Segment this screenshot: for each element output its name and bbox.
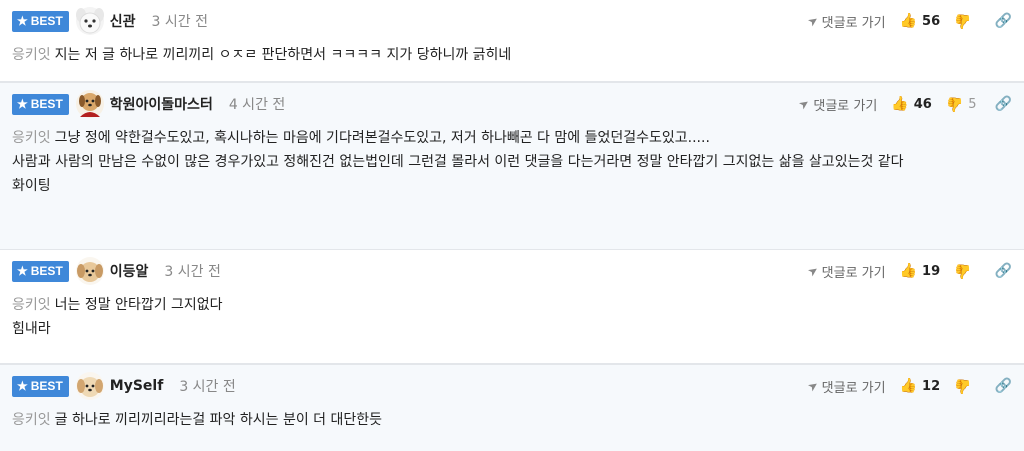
comment-body: 응키잇 글 하나로 끼리끼리라는걸 파악 하시는 분이 더 대단한듯 bbox=[12, 401, 1012, 442]
author-nickname[interactable]: 이등알 bbox=[110, 261, 149, 281]
author-nickname[interactable]: 신관 bbox=[110, 11, 136, 31]
thumbs-down-icon: 👍 bbox=[954, 263, 972, 279]
go-to-reply-link[interactable]: ➤ 댓글로 가기 bbox=[804, 262, 885, 280]
comment-actions: ➤ 댓글로 가기 👍 19 👍 🔗 bbox=[804, 262, 1012, 280]
link-icon[interactable]: 🔗 bbox=[995, 13, 1012, 29]
like-button[interactable]: 👍 19 bbox=[900, 263, 941, 279]
thumbs-up-icon: 👍 bbox=[891, 96, 909, 112]
dislike-count: 5 bbox=[968, 96, 977, 112]
arrow-icon: ➤ bbox=[804, 377, 821, 395]
arrow-icon: ➤ bbox=[804, 262, 821, 280]
avatar[interactable] bbox=[75, 371, 105, 401]
comment-line: 사람과 사람의 만남은 수없이 많은 경우가있고 정해진건 없는법인데 그런걸 … bbox=[12, 154, 904, 170]
comment-actions: ➤ 댓글로 가기 👍 56 👍 🔗 bbox=[804, 12, 1012, 30]
like-count: 46 bbox=[913, 96, 932, 112]
comment-line: 너는 정말 안타깝기 그지없다 bbox=[54, 297, 223, 313]
thumbs-up-icon: 👍 bbox=[899, 263, 918, 279]
avatar[interactable] bbox=[75, 256, 105, 286]
avatar[interactable] bbox=[75, 6, 105, 36]
comment-line: 힘내라 bbox=[12, 321, 51, 337]
comment-item: ★ BEST 신관 3 시간 전 ➤ 댓글로 가기 👍 56 👍 🔗 응키잇 지는 저 … bbox=[0, 0, 1024, 82]
thumbs-down-icon: 👍 bbox=[954, 378, 972, 394]
timestamp: 3 시간 전 bbox=[151, 14, 208, 30]
link-icon[interactable]: 🔗 bbox=[995, 96, 1012, 112]
comment-header: ★ BEST 신관 3 시간 전 ➤ 댓글로 가기 👍 56 👍 🔗 bbox=[12, 6, 1012, 36]
comment-list: ★ BEST 신관 3 시간 전 ➤ 댓글로 가기 👍 56 👍 🔗 응키잇 지는 저 … bbox=[0, 0, 1024, 451]
comment-item: ★ BEST 학원아이돌마스터 4 시간 전 ➤ 댓글로 가기 👍 46 👍 5 🔗 응… bbox=[0, 82, 1024, 250]
like-count: 56 bbox=[922, 13, 941, 29]
star-icon: ★ bbox=[17, 379, 28, 393]
comment-body: 응키잇 지는 저 글 하나로 끼리끼리 ㅇㅈㄹ 판단하면서 ㅋㅋㅋㅋ 지가 당하니… bbox=[12, 36, 1012, 77]
comment-line: 글 하나로 끼리끼리라는걸 파악 하시는 분이 더 대단한듯 bbox=[54, 412, 383, 428]
best-badge: ★ BEST bbox=[12, 93, 69, 115]
comment-actions: ➤ 댓글로 가기 👍 46 👍 5 🔗 bbox=[796, 95, 1012, 113]
arrow-icon: ➤ bbox=[796, 95, 813, 113]
comment-header: ★ BEST MySelf 3 시간 전 ➤ 댓글로 가기 👍 12 👍 🔗 bbox=[12, 371, 1012, 401]
dislike-button[interactable]: 👍 bbox=[954, 13, 976, 29]
comment-line: 지는 저 글 하나로 끼리끼리 ㅇㅈㄹ 판단하면서 ㅋㅋㅋㅋ 지가 당하니까 긁… bbox=[54, 47, 512, 63]
link-icon[interactable]: 🔗 bbox=[995, 263, 1012, 279]
comment-header: ★ BEST 이등알 3 시간 전 ➤ 댓글로 가기 👍 19 👍 🔗 bbox=[12, 256, 1012, 286]
timestamp: 3 시간 전 bbox=[179, 379, 236, 395]
author-nickname[interactable]: 학원아이돌마스터 bbox=[110, 94, 213, 114]
author-nickname[interactable]: MySelf bbox=[110, 378, 164, 394]
like-count: 19 bbox=[922, 263, 941, 279]
thumbs-down-icon: 👍 bbox=[954, 13, 972, 29]
comment-body: 응키잇 너는 정말 안타깝기 그지없다 힘내라 bbox=[12, 286, 1012, 351]
link-icon[interactable]: 🔗 bbox=[995, 378, 1012, 394]
like-count: 12 bbox=[922, 378, 941, 394]
best-badge: ★ BEST bbox=[12, 375, 69, 397]
comment-header: ★ BEST 학원아이돌마스터 4 시간 전 ➤ 댓글로 가기 👍 46 👍 5 🔗 bbox=[12, 89, 1012, 119]
lead-tag: 응키잇 bbox=[12, 412, 51, 428]
like-button[interactable]: 👍 46 bbox=[891, 96, 932, 112]
avatar[interactable] bbox=[75, 89, 105, 119]
dislike-button[interactable]: 👍 5 bbox=[946, 96, 977, 112]
lead-tag: 응키잇 bbox=[12, 130, 51, 146]
lead-tag: 응키잇 bbox=[12, 297, 51, 313]
thumbs-up-icon: 👍 bbox=[899, 13, 918, 29]
comment-item: ★ BEST MySelf 3 시간 전 ➤ 댓글로 가기 👍 12 👍 🔗 응키잇 글… bbox=[0, 364, 1024, 451]
star-icon: ★ bbox=[17, 97, 28, 111]
arrow-icon: ➤ bbox=[804, 12, 821, 30]
comment-item: ★ BEST 이등알 3 시간 전 ➤ 댓글로 가기 👍 19 👍 🔗 응키잇 너는 정… bbox=[0, 250, 1024, 364]
comment-line: 화이팅 bbox=[12, 178, 51, 194]
go-to-reply-link[interactable]: ➤ 댓글로 가기 bbox=[796, 95, 877, 113]
comment-actions: ➤ 댓글로 가기 👍 12 👍 🔗 bbox=[804, 377, 1012, 395]
go-to-reply-link[interactable]: ➤ 댓글로 가기 bbox=[804, 377, 885, 395]
lead-tag: 응키잇 bbox=[12, 47, 51, 63]
star-icon: ★ bbox=[17, 14, 28, 28]
like-button[interactable]: 👍 56 bbox=[900, 13, 941, 29]
best-badge: ★ BEST bbox=[12, 10, 69, 32]
go-to-reply-link[interactable]: ➤ 댓글로 가기 bbox=[804, 12, 885, 30]
thumbs-up-icon: 👍 bbox=[899, 378, 918, 394]
timestamp: 3 시간 전 bbox=[164, 264, 221, 280]
timestamp: 4 시간 전 bbox=[228, 97, 286, 113]
star-icon: ★ bbox=[17, 264, 28, 278]
dislike-button[interactable]: 👍 bbox=[954, 263, 976, 279]
best-badge: ★ BEST bbox=[12, 260, 69, 282]
thumbs-down-icon: 👍 bbox=[945, 96, 964, 112]
dislike-button[interactable]: 👍 bbox=[954, 378, 976, 394]
comment-line: 그냥 정에 약한걸수도있고, 혹시나하는 마음에 기다려본걸수도있고, 저거 하… bbox=[54, 130, 710, 146]
comment-body: 응키잇 그냥 정에 약한걸수도있고, 혹시나하는 마음에 기다려본걸수도있고, 저… bbox=[12, 119, 1012, 208]
like-button[interactable]: 👍 12 bbox=[900, 378, 941, 394]
